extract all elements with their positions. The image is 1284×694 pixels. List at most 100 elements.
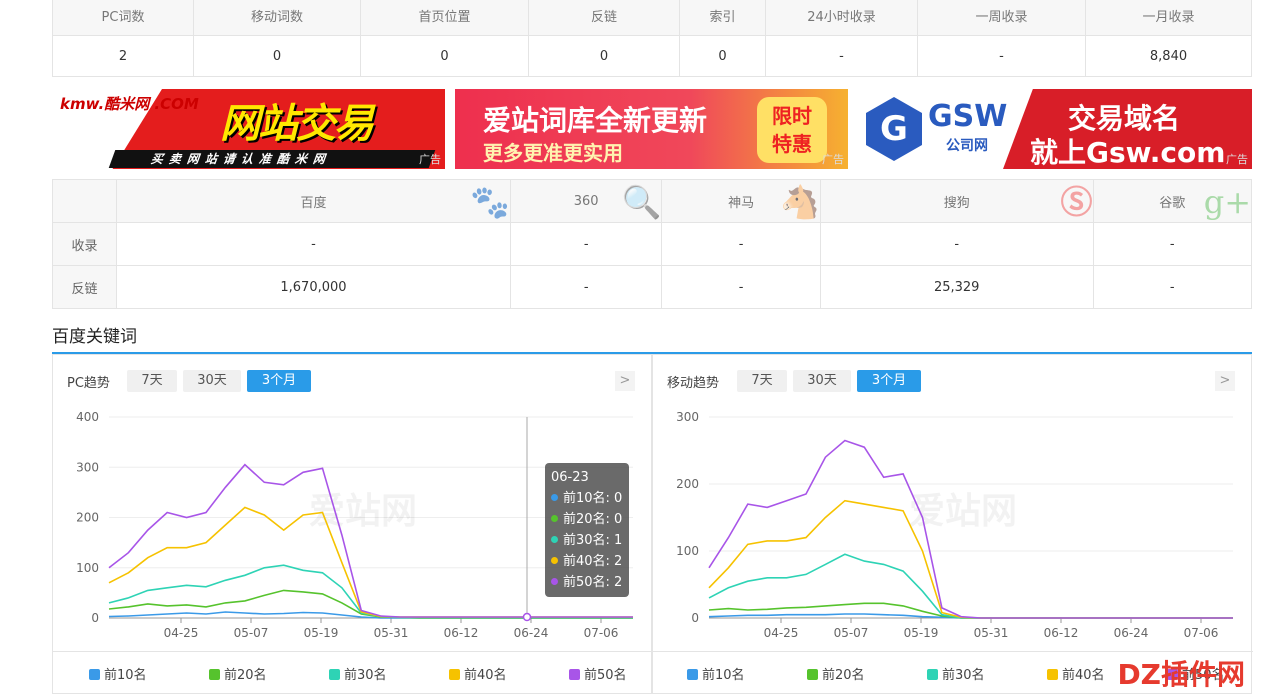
engine-cell: - bbox=[1092, 265, 1253, 309]
ad-tag: 广告 bbox=[822, 153, 844, 166]
search-icon: 🔍 bbox=[621, 183, 662, 221]
chart-watermark: 爱站网 bbox=[309, 491, 417, 532]
panel-title: PC趋势 bbox=[67, 376, 110, 391]
tooltip-row: 前30名: 1 bbox=[551, 530, 623, 551]
x-tick-label: 06-24 bbox=[1114, 626, 1149, 640]
y-tick-label: 300 bbox=[76, 460, 99, 474]
stats-header: PC词数 bbox=[52, 0, 194, 36]
x-tick-label: 05-19 bbox=[304, 626, 339, 640]
ad-gsw[interactable]: G GSW 公司网 交易域名 就上Gsw.com 广告 bbox=[858, 89, 1252, 169]
engine-header-shenma: 神马 🐴 bbox=[661, 179, 821, 223]
legend-item[interactable]: 前50名 bbox=[569, 664, 627, 683]
stats-header: 一月收录 bbox=[1085, 0, 1252, 36]
stats-value[interactable]: 0 bbox=[528, 35, 680, 77]
ad-aizhan[interactable]: 爱站词库全新更新 更多更准更实用 限时 特惠 广告 bbox=[455, 89, 848, 169]
engine-header-google: 谷歌 g+ bbox=[1092, 179, 1253, 223]
x-tick-label: 07-06 bbox=[584, 626, 619, 640]
engine-name: 搜狗 bbox=[943, 195, 970, 211]
engine-cell: - bbox=[116, 222, 511, 266]
gsw-brand: GSW bbox=[928, 99, 1008, 134]
x-tick-label: 04-25 bbox=[164, 626, 199, 640]
engine-cell[interactable]: 1,670,000 bbox=[116, 265, 511, 309]
chart-watermark: 爱站网 bbox=[909, 491, 1017, 532]
stats-header: 一周收录 bbox=[917, 0, 1086, 36]
legend-item[interactable]: 前30名 bbox=[329, 664, 387, 683]
mobile-trend-chart[interactable]: 0 100 200 300 04-25 05-07 05-19 05-31 06-12 06-24… bbox=[653, 403, 1253, 643]
stats-value[interactable]: 8,840 bbox=[1085, 35, 1252, 77]
x-tick-label: 05-31 bbox=[974, 626, 1009, 640]
badge-line2: 特惠 bbox=[772, 132, 812, 156]
ad-tag: 广告 bbox=[1226, 153, 1248, 166]
tooltip-date: 06-23 bbox=[551, 470, 589, 485]
tab-7d[interactable]: 7天 bbox=[127, 370, 177, 392]
chevron-right-icon[interactable]: > bbox=[1215, 371, 1235, 391]
stats-header: 索引 bbox=[679, 0, 766, 36]
stats-value[interactable]: 0 bbox=[360, 35, 529, 77]
pc-trend-panel: PC趋势 7天 30天 3个月 > 0 100 200 300 400 04-25 05-0… bbox=[52, 354, 653, 694]
x-tick-label: 06-12 bbox=[1044, 626, 1079, 640]
ad-kmw[interactable]: kmw.酷米网 .COM 网站交易 买卖网站请认准酷米网 广告 bbox=[52, 89, 445, 169]
google-plus-icon: g+ bbox=[1203, 183, 1251, 221]
x-tick-label: 05-19 bbox=[904, 626, 939, 640]
stats-header: 首页位置 bbox=[360, 0, 529, 36]
engine-cell[interactable]: 25,329 bbox=[819, 265, 1094, 309]
engine-cell: - bbox=[1092, 222, 1253, 266]
chart-tooltip: 06-23 前10名: 0 前20名: 0 前30名: 1 前40名: 2 前5… bbox=[545, 463, 629, 597]
x-tick-label: 07-06 bbox=[1184, 626, 1219, 640]
x-tick-label: 05-07 bbox=[234, 626, 269, 640]
legend-item[interactable]: 前20名 bbox=[209, 664, 267, 683]
tooltip-row: 前40名: 2 bbox=[551, 551, 623, 572]
legend-item[interactable]: 前30名 bbox=[927, 664, 985, 683]
legend-item[interactable]: 前10名 bbox=[89, 664, 147, 683]
x-tick-label: 06-24 bbox=[514, 626, 549, 640]
tab-3m[interactable]: 3个月 bbox=[857, 370, 921, 392]
mobile-trend-panel: 移动趋势 7天 30天 3个月 > 0 100 200 300 04-25 05-07 05… bbox=[652, 354, 1253, 694]
panel-title: 移动趋势 bbox=[667, 376, 720, 391]
ad-aizhan-line1: 爱站词库全新更新 bbox=[483, 104, 708, 137]
y-tick-label: 400 bbox=[76, 410, 99, 424]
tab-3m[interactable]: 3个月 bbox=[247, 370, 311, 392]
hover-point bbox=[522, 612, 532, 622]
tooltip-row: 前20名: 0 bbox=[551, 509, 623, 530]
tab-30d[interactable]: 30天 bbox=[183, 370, 241, 392]
tab-7d[interactable]: 7天 bbox=[737, 370, 787, 392]
sogou-icon: Ⓢ bbox=[1060, 183, 1093, 221]
stats-value[interactable]: 0 bbox=[193, 35, 361, 77]
ad-banner-row: kmw.酷米网 .COM 网站交易 买卖网站请认准酷米网 广告 爱站词库全新更新… bbox=[52, 89, 1252, 169]
stats-header: 移动词数 bbox=[193, 0, 361, 36]
engine-name: 360 bbox=[573, 193, 599, 209]
ad-kmw-headline: 网站交易 bbox=[220, 101, 374, 147]
engine-cell: - bbox=[509, 222, 663, 266]
y-tick-label: 200 bbox=[76, 511, 99, 525]
gsw-hex-logo-icon: G bbox=[866, 97, 922, 161]
ad-gsw-line2: 就上Gsw.com bbox=[1030, 136, 1226, 169]
legend-item[interactable]: 前10名 bbox=[687, 664, 745, 683]
ad-aizhan-badge: 限时 特惠 bbox=[757, 97, 827, 163]
ad-tag: 广告 bbox=[419, 153, 441, 166]
stats-header: 反链 bbox=[528, 0, 680, 36]
y-tick-label: 0 bbox=[91, 611, 99, 625]
row-label: 收录 bbox=[52, 222, 117, 266]
stats-value[interactable]: 2 bbox=[52, 35, 194, 77]
stats-value: - bbox=[917, 35, 1086, 77]
chart-legend: 前10名 前20名 前30名 前40名 前50名 bbox=[53, 651, 653, 692]
tab-30d[interactable]: 30天 bbox=[793, 370, 851, 392]
stats-value: - bbox=[765, 35, 918, 77]
tooltip-row: 前50名: 2 bbox=[551, 572, 623, 593]
x-tick-label: 04-25 bbox=[764, 626, 799, 640]
paw-icon: 🐾 bbox=[470, 183, 510, 221]
engine-header-360: 360 🔍 bbox=[509, 179, 663, 223]
stats-value[interactable]: 0 bbox=[679, 35, 766, 77]
x-tick-label: 05-07 bbox=[834, 626, 869, 640]
gsw-brand-sub: 公司网 bbox=[946, 138, 988, 154]
y-tick-label: 0 bbox=[691, 611, 699, 625]
badge-line1: 限时 bbox=[772, 104, 812, 128]
stats-header: 24小时收录 bbox=[765, 0, 918, 36]
chevron-right-icon[interactable]: > bbox=[615, 371, 635, 391]
legend-item[interactable]: 前40名 bbox=[1047, 664, 1105, 683]
series-line bbox=[708, 602, 1233, 619]
kmw-logo: kmw.酷米网 .COM bbox=[60, 95, 199, 113]
legend-item[interactable]: 前20名 bbox=[807, 664, 865, 683]
legend-item[interactable]: 前40名 bbox=[449, 664, 507, 683]
section-title: 百度关键词 bbox=[52, 327, 137, 347]
